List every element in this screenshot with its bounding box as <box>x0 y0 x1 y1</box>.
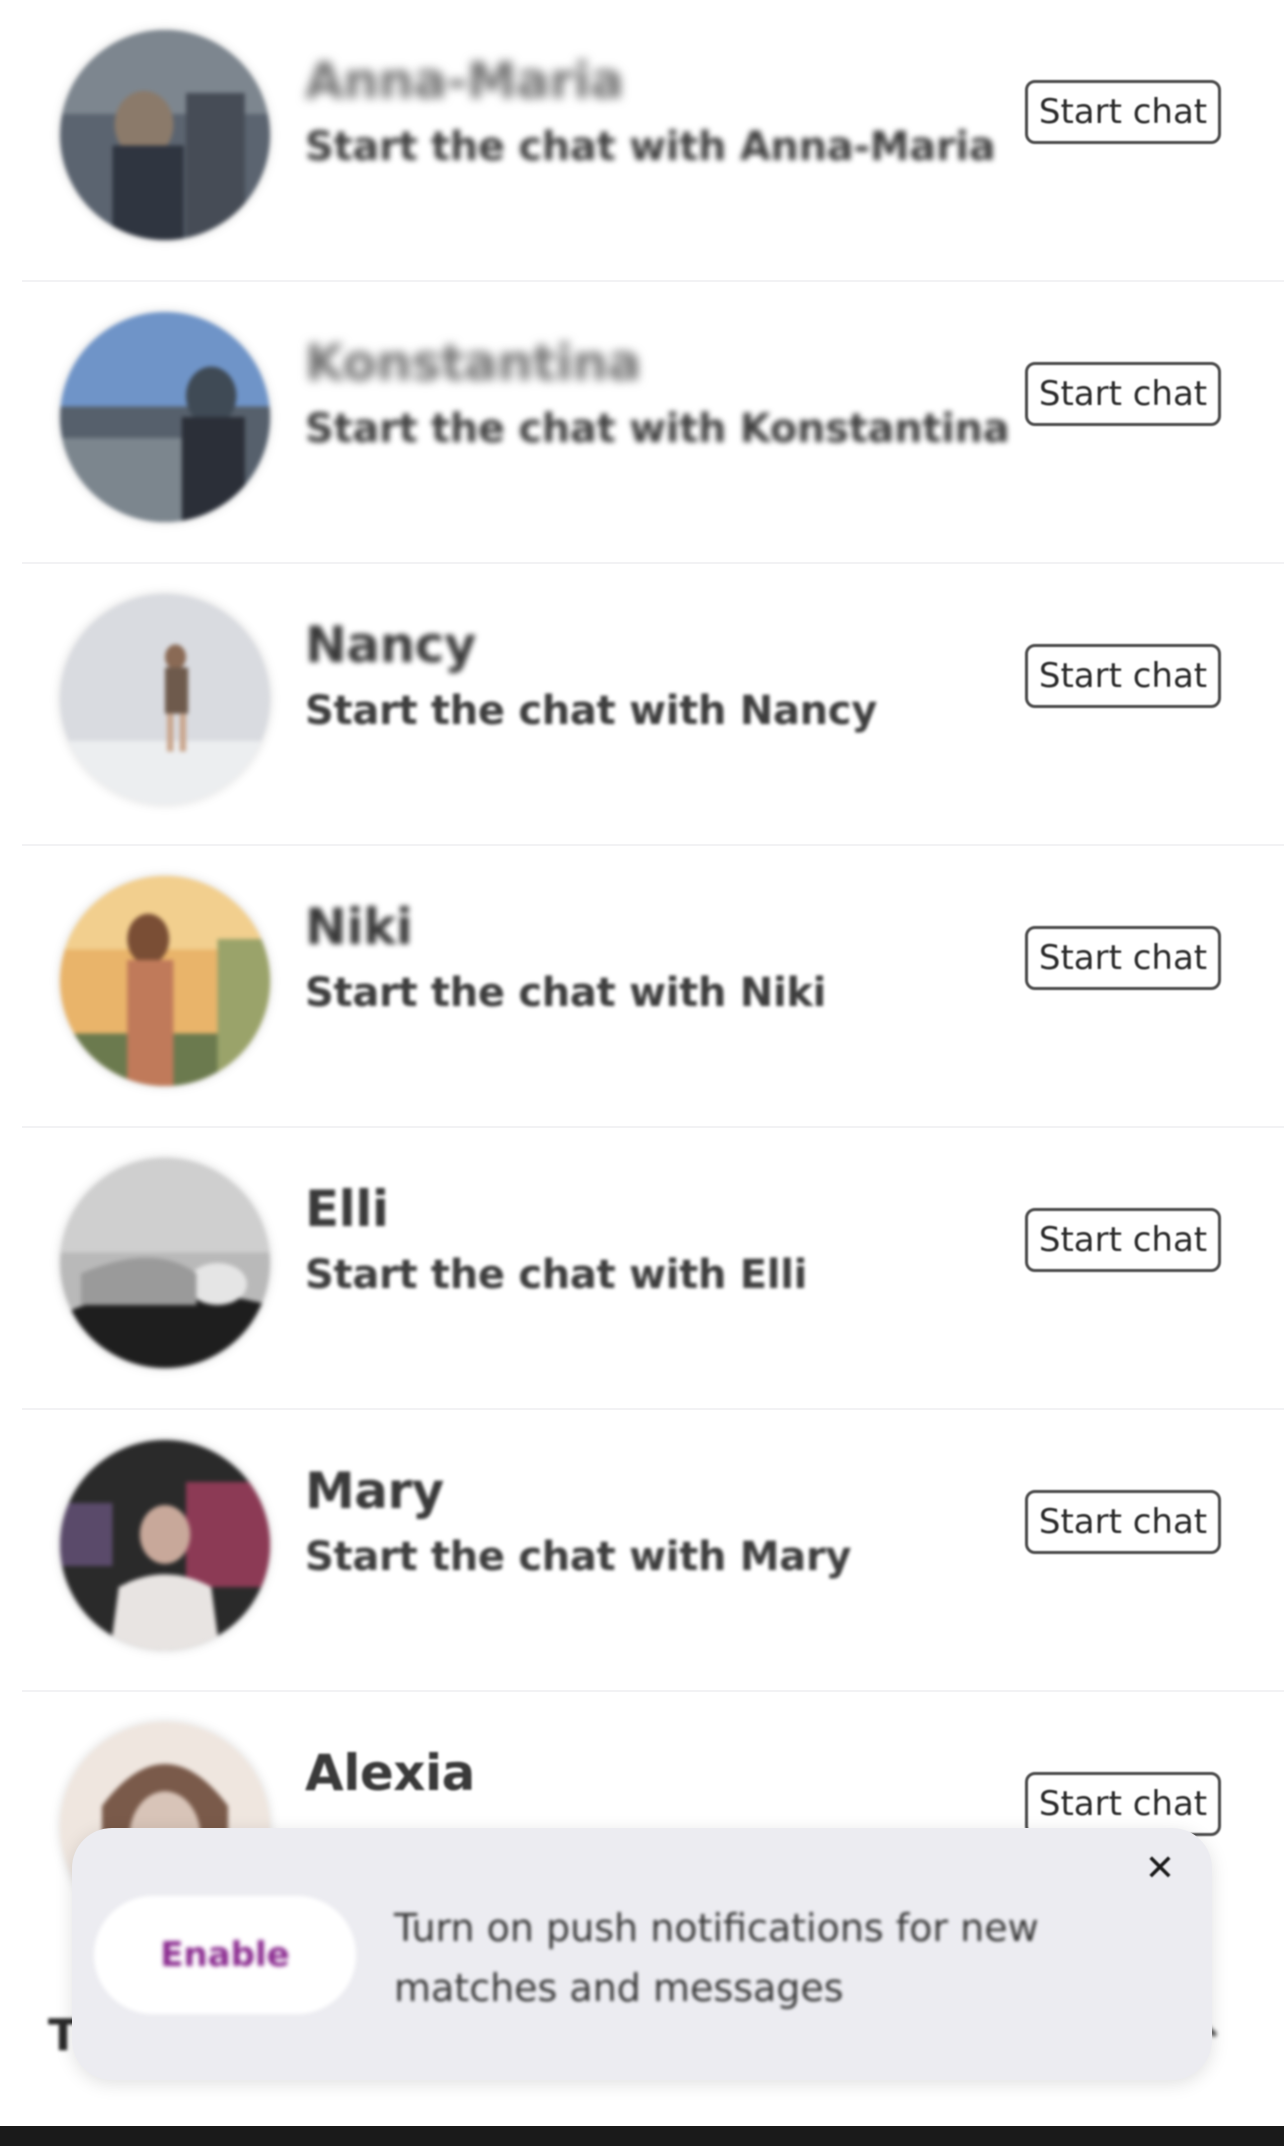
contact-name: Konstantina <box>305 334 641 392</box>
avatar[interactable] <box>60 876 270 1086</box>
start-chat-button[interactable]: Start chat <box>1025 1208 1221 1272</box>
push-notification-banner: Enable Turn on push notifications for ne… <box>72 1828 1212 2080</box>
contact-name: Alexia <box>305 1744 475 1802</box>
avatar[interactable] <box>60 312 270 522</box>
system-bottom-bar <box>0 2126 1284 2146</box>
avatar[interactable] <box>60 1158 270 1368</box>
contact-subtitle: Start the chat with Niki <box>305 970 827 1016</box>
contact-name: Elli <box>305 1180 389 1238</box>
contact-row[interactable]: Nancy Start the chat with Nancy Start ch… <box>0 564 1284 846</box>
avatar[interactable] <box>60 594 270 804</box>
contact-subtitle: Start the chat with Anna-Maria <box>305 124 996 170</box>
notification-message: Turn on push notifications for new match… <box>394 1906 1039 2010</box>
contact-row[interactable]: Anna-Maria Start the chat with Anna-Mari… <box>0 0 1284 282</box>
contact-name: Nancy <box>305 616 476 674</box>
start-chat-button[interactable]: Start chat <box>1025 80 1221 144</box>
start-chat-button[interactable]: Start chat <box>1025 1772 1221 1836</box>
start-chat-button[interactable]: Start chat <box>1025 362 1221 426</box>
avatar[interactable] <box>60 1440 270 1650</box>
contact-name: Mary <box>305 1462 444 1520</box>
start-chat-button[interactable]: Start chat <box>1025 926 1221 990</box>
start-chat-button[interactable]: Start chat <box>1025 644 1221 708</box>
contact-name: Niki <box>305 898 413 956</box>
contact-row[interactable]: Elli Start the chat with Elli Start chat <box>0 1128 1284 1410</box>
contact-subtitle: Start the chat with Mary <box>305 1534 852 1580</box>
contact-row[interactable]: Niki Start the chat with Niki Start chat <box>0 846 1284 1128</box>
contact-row[interactable]: Mary Start the chat with Mary Start chat <box>0 1410 1284 1692</box>
enable-notifications-button[interactable]: Enable <box>94 1896 356 2014</box>
start-chat-button[interactable]: Start chat <box>1025 1490 1221 1554</box>
contact-subtitle: Start the chat with Konstantina <box>305 406 1010 452</box>
contact-name: Anna-Maria <box>305 52 624 110</box>
contact-subtitle: Start the chat with Elli <box>305 1252 808 1298</box>
close-icon[interactable]: ✕ <box>1140 1848 1180 1889</box>
avatar[interactable] <box>60 30 270 240</box>
contact-subtitle: Start the chat with Nancy <box>305 688 877 734</box>
contact-row[interactable]: Konstantina Start the chat with Konstant… <box>0 282 1284 564</box>
